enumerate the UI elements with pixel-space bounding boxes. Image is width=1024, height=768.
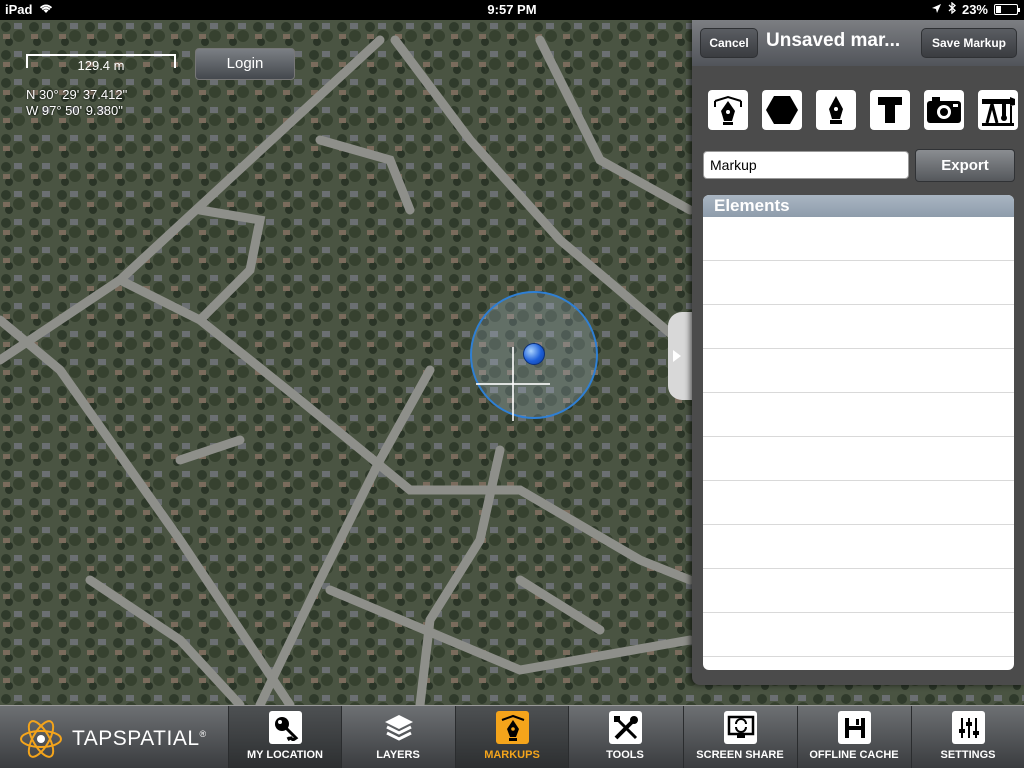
list-item[interactable] <box>703 393 1014 437</box>
brand-mark: ® <box>199 729 207 739</box>
brand-logo: TAPSPATIAL® <box>18 714 218 764</box>
login-button[interactable]: Login <box>195 48 295 80</box>
export-button[interactable]: Export <box>915 149 1015 182</box>
list-item[interactable] <box>703 305 1014 349</box>
key-icon <box>269 711 302 744</box>
toolbar-screen-share[interactable]: SCREEN SHARE <box>683 706 796 768</box>
list-item[interactable] <box>703 217 1014 261</box>
markup-tools <box>708 90 1018 130</box>
list-item[interactable] <box>703 613 1014 657</box>
toolbar-label: OFFLINE CACHE <box>809 749 899 761</box>
list-item[interactable] <box>703 437 1014 481</box>
toolbar-markups[interactable]: MARKUPS <box>455 706 568 768</box>
coordinates: N 30° 29' 37.412" W 97° 50' 9.380" <box>26 87 127 119</box>
scale-label: 129.4 m <box>77 58 125 73</box>
cancel-button[interactable]: Cancel <box>700 28 758 58</box>
list-item[interactable] <box>703 525 1014 569</box>
elements-header: Elements <box>703 195 1014 217</box>
clock: 9:57 PM <box>487 2 537 17</box>
toolbar-label: SETTINGS <box>940 749 996 761</box>
line-pen-tool-icon <box>829 96 843 124</box>
panel-title: Unsaved mar... <box>766 30 901 51</box>
elements-list[interactable]: Elements <box>703 195 1014 670</box>
list-item[interactable] <box>703 481 1014 525</box>
pen-nib-icon <box>496 711 529 744</box>
sliders-icon <box>952 711 985 744</box>
bluetooth-icon <box>948 1 956 17</box>
toolbar-layers[interactable]: LAYERS <box>341 706 454 768</box>
save-markup-button[interactable]: Save Markup <box>921 28 1017 58</box>
panel-collapse-tab[interactable] <box>668 312 692 400</box>
screen-share-icon <box>724 711 757 744</box>
polygon-tool-button[interactable] <box>762 90 802 130</box>
polygon-tool-icon <box>766 96 798 124</box>
toolbar-label: MY LOCATION <box>247 749 323 761</box>
current-location-dot[interactable] <box>523 343 545 365</box>
toolbar-label: TOOLS <box>606 749 644 761</box>
text-tool-icon <box>878 97 902 123</box>
layers-icon <box>382 711 415 744</box>
markup-name-field[interactable] <box>703 151 909 179</box>
toolbar-label: SCREEN SHARE <box>696 749 784 761</box>
camera-tool-button[interactable] <box>924 90 964 130</box>
latitude: N 30° 29' 37.412" <box>26 87 128 102</box>
elements-rows <box>703 217 1014 657</box>
toolbar-settings[interactable]: SETTINGS <box>911 706 1024 768</box>
text-tool-button[interactable] <box>870 90 910 130</box>
markup-panel: Cancel Unsaved mar... Save Markup Export… <box>692 20 1024 685</box>
disk-icon <box>838 711 871 744</box>
camera-tool-icon <box>927 97 961 123</box>
toolbar-offline-cache[interactable]: OFFLINE CACHE <box>797 706 910 768</box>
tools-icon <box>609 711 642 744</box>
toolbar-label: LAYERS <box>376 749 420 761</box>
battery-icon <box>994 4 1020 15</box>
toolbar-tools[interactable]: TOOLS <box>568 706 681 768</box>
toolbar-label: MARKUPS <box>484 749 540 761</box>
location-arrow-icon <box>931 2 942 17</box>
atom-logo-icon <box>20 720 62 758</box>
pen-tool-button[interactable] <box>708 90 748 130</box>
brand-name: TAPSPATIAL <box>72 727 200 750</box>
battery-percent: 23% <box>961 2 988 17</box>
list-item[interactable] <box>703 261 1014 305</box>
pump-jack-tool-icon <box>982 97 1015 126</box>
pump-jack-tool-button[interactable] <box>978 90 1018 130</box>
bottom-toolbar: TAPSPATIAL® MY LOCATION LAYERS MARKUPS T… <box>0 705 1024 768</box>
status-bar: iPad 9:57 PM 23% <box>0 0 1024 20</box>
line-pen-tool-button[interactable] <box>816 90 856 130</box>
toolbar-my-location[interactable]: MY LOCATION <box>228 706 341 768</box>
crosshair-vertical <box>512 347 514 421</box>
longitude: W 97° 50' 9.380" <box>26 103 123 118</box>
list-item[interactable] <box>703 349 1014 393</box>
list-item[interactable] <box>703 569 1014 613</box>
pen-tool-icon <box>714 95 742 125</box>
panel-header: Cancel Unsaved mar... Save Markup <box>692 20 1024 66</box>
